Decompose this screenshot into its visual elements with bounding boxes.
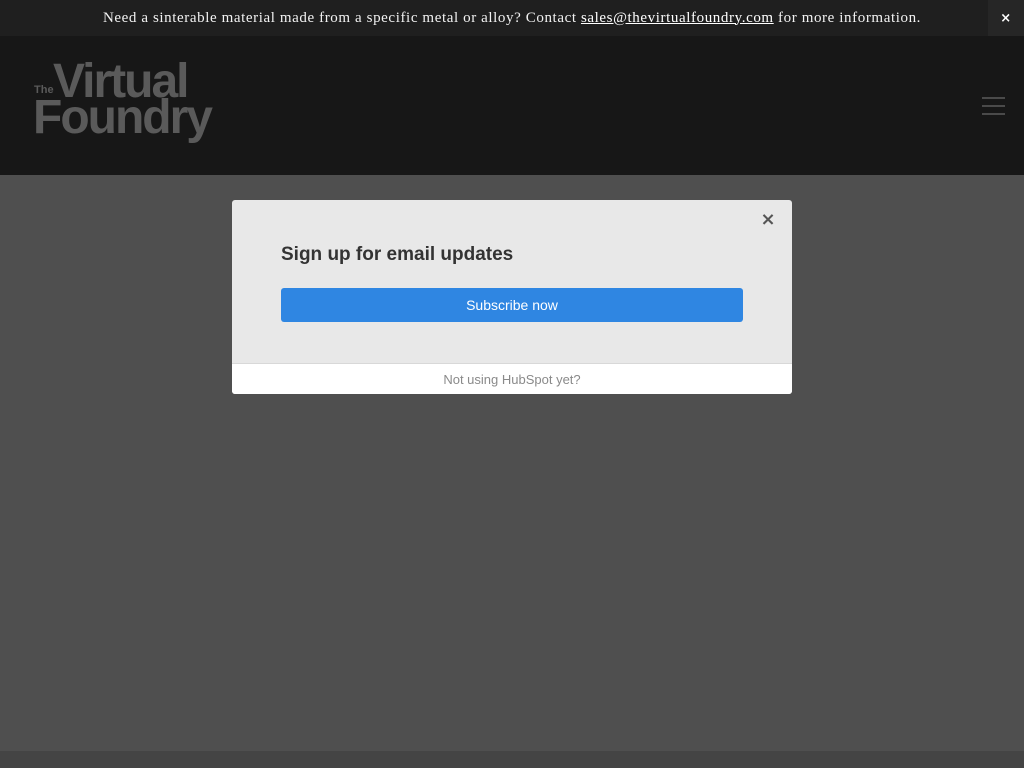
hubspot-link[interactable]: Not using HubSpot yet? bbox=[443, 372, 580, 387]
close-icon: × bbox=[1000, 10, 1012, 26]
site-logo[interactable]: The Virtual Foundry bbox=[33, 58, 253, 148]
close-icon: × bbox=[760, 208, 776, 230]
announcement-text-before: Need a sinterable material made from a s… bbox=[102, 9, 581, 26]
subscribe-button[interactable]: Subscribe now bbox=[281, 288, 743, 322]
email-signup-modal: × Sign up for email updates Subscribe no… bbox=[232, 200, 792, 394]
site-header: The Virtual Foundry bbox=[0, 36, 1024, 175]
announcement-close-button[interactable]: × bbox=[988, 0, 1024, 36]
hamburger-line bbox=[982, 105, 1005, 107]
sales-email-link[interactable]: sales@thevirtualfoundry.com bbox=[581, 10, 774, 26]
modal-close-button[interactable]: × bbox=[758, 208, 778, 230]
hamburger-line bbox=[982, 113, 1005, 115]
page-footer-strip bbox=[0, 751, 1024, 768]
hamburger-menu-icon[interactable] bbox=[982, 97, 1005, 115]
announcement-text-after: for more information. bbox=[773, 9, 922, 26]
hamburger-line bbox=[982, 97, 1005, 99]
announcement-bar: Need a sinterable material made from a s… bbox=[0, 0, 1024, 36]
announcement-text: Need a sinterable material made from a s… bbox=[103, 10, 921, 27]
logo-foundry-text: Foundry bbox=[33, 91, 213, 144]
modal-footer: Not using HubSpot yet? bbox=[232, 363, 792, 394]
modal-title: Sign up for email updates bbox=[281, 244, 514, 265]
